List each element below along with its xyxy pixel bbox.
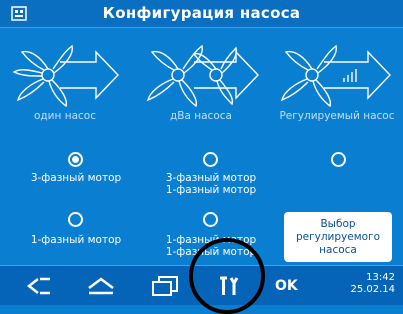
pump-option-variable[interactable]: Регулируемый насос xyxy=(272,38,402,128)
single-pump-icon xyxy=(12,44,119,108)
select-variable-pump-button[interactable]: Выбор регулируемого насоса xyxy=(284,212,392,262)
option-three-phase-label: 3-фазный мотор xyxy=(30,172,122,184)
clock: 13:42 25.02.14 xyxy=(350,272,395,296)
double-pump-icon xyxy=(146,44,259,108)
highlight-ring xyxy=(189,238,265,314)
radio-three-one-phase[interactable] xyxy=(203,152,218,167)
windows-button[interactable] xyxy=(145,266,185,305)
pump-label-single: один насос xyxy=(34,110,96,122)
variable-pump-icon xyxy=(280,44,391,108)
pump-label-double: дВа насоса xyxy=(170,110,232,122)
radio-variable[interactable] xyxy=(331,152,346,167)
ok-button[interactable]: OK xyxy=(275,278,298,294)
home-icon xyxy=(88,277,114,295)
option-three-one-phase-label: 3-фазный мотор 1-фазный мотор xyxy=(165,172,257,196)
back-arrow-icon xyxy=(26,277,50,295)
back-button[interactable] xyxy=(18,266,58,305)
title-bar: Конфигурация насоса xyxy=(0,0,403,28)
pump-option-single[interactable]: один насос xyxy=(0,38,130,128)
pump-label-variable: Регулируемый насос xyxy=(279,110,395,122)
clock-time: 13:42 xyxy=(366,272,395,283)
home-button[interactable] xyxy=(80,266,120,305)
clock-date: 25.02.14 xyxy=(350,284,395,295)
radio-one-phase[interactable] xyxy=(68,212,83,227)
windows-icon xyxy=(152,276,178,296)
pump-option-double[interactable]: дВа насоса xyxy=(136,38,266,128)
radio-one-one-phase[interactable] xyxy=(203,212,218,227)
radio-three-phase[interactable] xyxy=(68,152,83,167)
option-one-phase-label: 1-фазный мотор xyxy=(30,234,122,246)
page-title: Конфигурация насоса xyxy=(102,4,301,22)
